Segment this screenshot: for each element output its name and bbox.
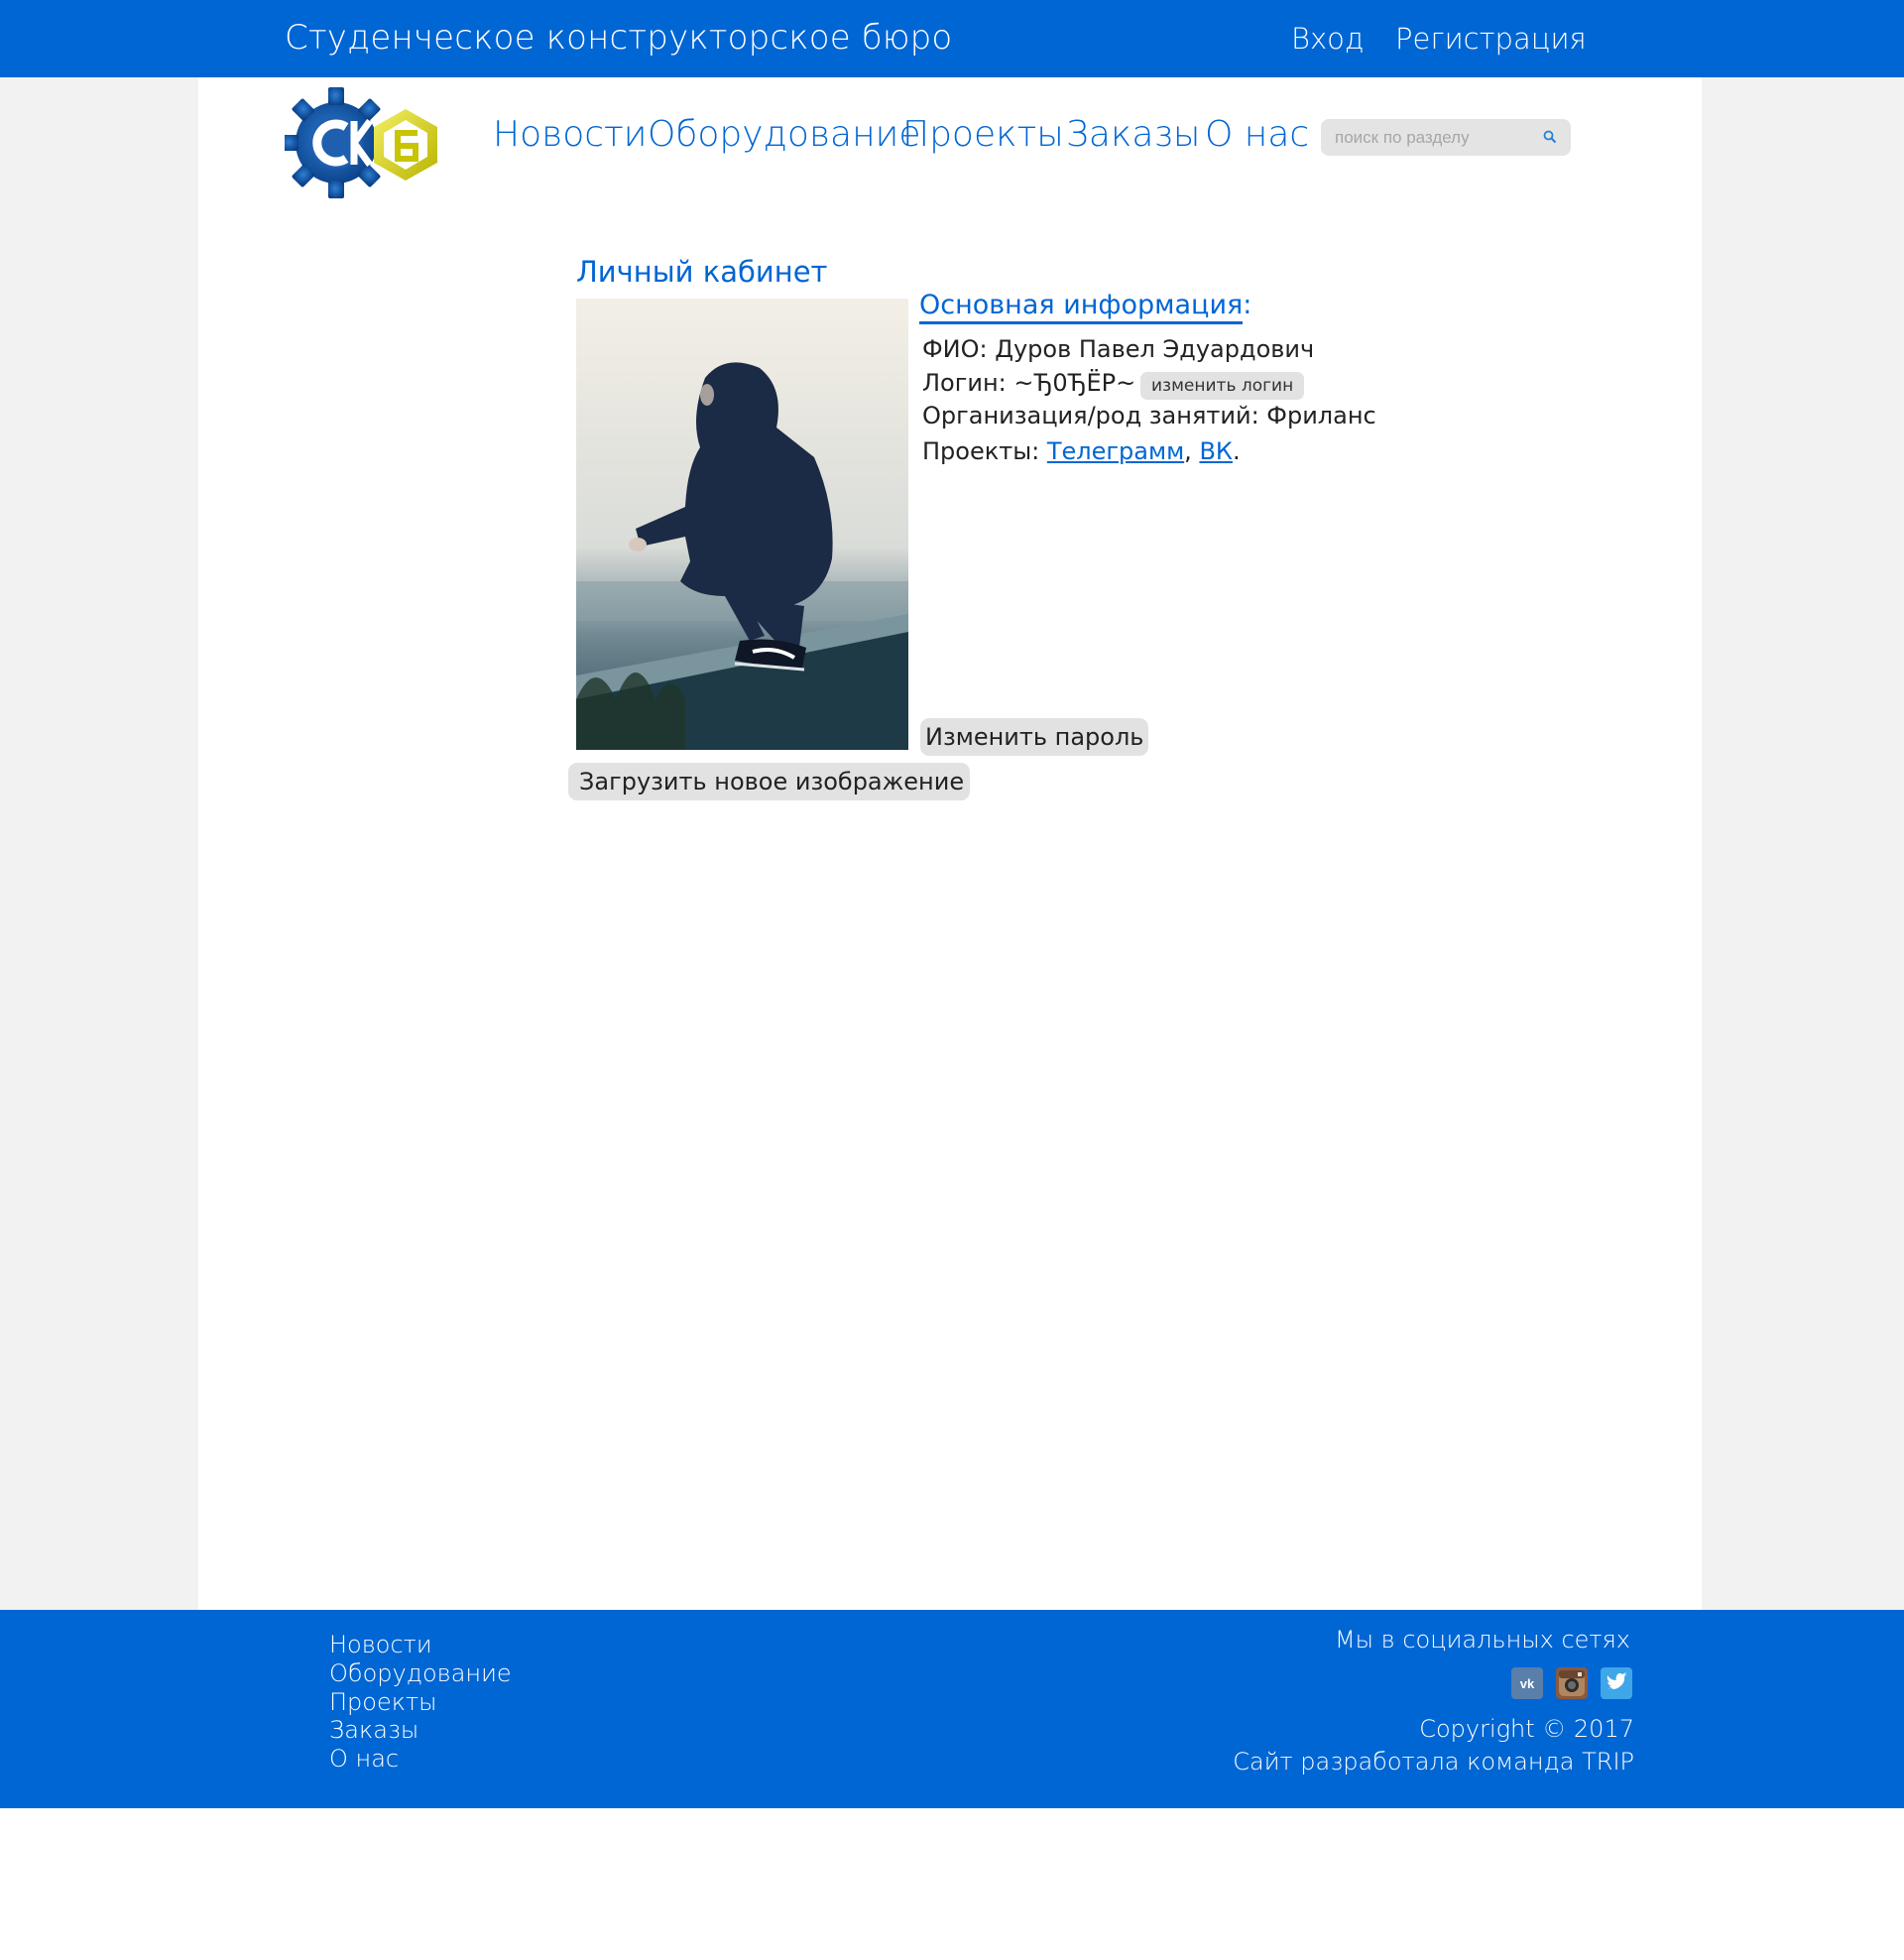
- organization-label: Организация/род занятий:: [922, 402, 1267, 429]
- nav-item-about[interactable]: О нас: [1205, 114, 1309, 155]
- main-nav: Новости Оборудование Проекты Заказы О на…: [0, 114, 1904, 164]
- projects-separator: ,: [1184, 437, 1200, 465]
- vk-icon[interactable]: vk: [1511, 1667, 1543, 1699]
- social-title: Мы в социальных сетях: [1334, 1626, 1630, 1654]
- site-title: Студенческое конструкторское бюро: [285, 18, 953, 58]
- footer-link-equipment[interactable]: Оборудование: [329, 1659, 512, 1687]
- basic-info-title-text: Основная информация: [919, 290, 1244, 324]
- user-avatar-image: [576, 299, 908, 750]
- twitter-icon[interactable]: [1601, 1667, 1632, 1699]
- fio-row: ФИО: Дуров Павел Эдуардович: [922, 335, 1314, 363]
- nav-item-orders[interactable]: Заказы: [1066, 114, 1200, 155]
- credits: Сайт разработала команда TRIP: [1233, 1748, 1634, 1776]
- organization-value: Фриланс: [1266, 402, 1376, 429]
- project-link-telegram[interactable]: Телеграмм: [1047, 437, 1184, 465]
- nav-item-news[interactable]: Новости: [493, 114, 647, 155]
- change-password-button[interactable]: Изменить пароль: [920, 718, 1149, 756]
- copyright: Copyright © 2017: [1419, 1715, 1634, 1743]
- projects-row: Проекты: Телеграмм, ВК.: [922, 437, 1241, 465]
- search-icon[interactable]: [1543, 130, 1557, 144]
- login-label: Логин:: [922, 369, 1014, 397]
- search-input[interactable]: [1333, 125, 1535, 151]
- project-link-vk[interactable]: ВК: [1199, 437, 1233, 465]
- search-box: [1321, 119, 1571, 156]
- register-link[interactable]: Регистрация: [1395, 22, 1587, 56]
- projects-label: Проекты:: [922, 437, 1047, 465]
- footer-link-projects[interactable]: Проекты: [329, 1688, 437, 1716]
- basic-info-title-colon: :: [1243, 290, 1252, 320]
- login-row: Логин: ~Ђ0ЂЁР~: [922, 369, 1135, 397]
- top-bar: Студенческое конструкторское бюро Вход Р…: [0, 0, 1904, 77]
- fio-value: Дуров Павел Эдуардович: [995, 335, 1315, 363]
- footer-link-about[interactable]: О нас: [329, 1745, 399, 1773]
- login-link[interactable]: Вход: [1291, 22, 1365, 56]
- nav-item-projects[interactable]: Проекты: [902, 114, 1064, 155]
- projects-end: .: [1232, 437, 1241, 465]
- change-login-button[interactable]: изменить логин: [1140, 372, 1305, 400]
- nav-item-equipment[interactable]: Оборудование: [648, 114, 921, 155]
- organization-row: Организация/род занятий: Фриланс: [922, 402, 1376, 429]
- footer: Новости Оборудование Проекты Заказы О на…: [0, 1610, 1904, 1808]
- page-title: Личный кабинет: [576, 255, 828, 289]
- instagram-icon[interactable]: [1556, 1667, 1588, 1699]
- footer-link-news[interactable]: Новости: [329, 1631, 432, 1658]
- footer-link-orders[interactable]: Заказы: [329, 1716, 418, 1744]
- fio-label: ФИО:: [922, 335, 996, 363]
- upload-image-button[interactable]: Загрузить новое изображение: [568, 763, 971, 800]
- svg-text:vk: vk: [1520, 1676, 1535, 1691]
- basic-info-title: Основная информация:: [919, 290, 1252, 324]
- login-value: ~Ђ0ЂЁР~: [1013, 369, 1136, 397]
